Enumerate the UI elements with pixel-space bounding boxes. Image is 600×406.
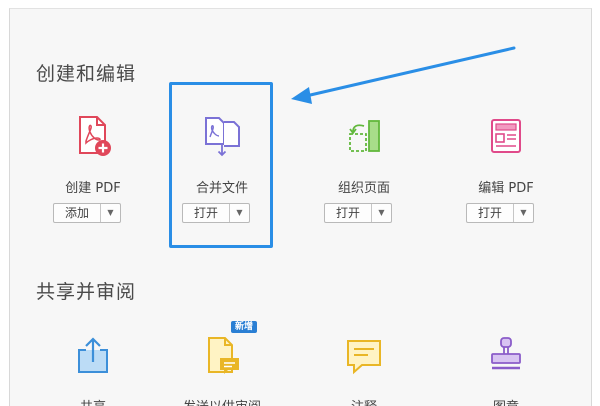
pointer-arrow: [291, 46, 516, 104]
